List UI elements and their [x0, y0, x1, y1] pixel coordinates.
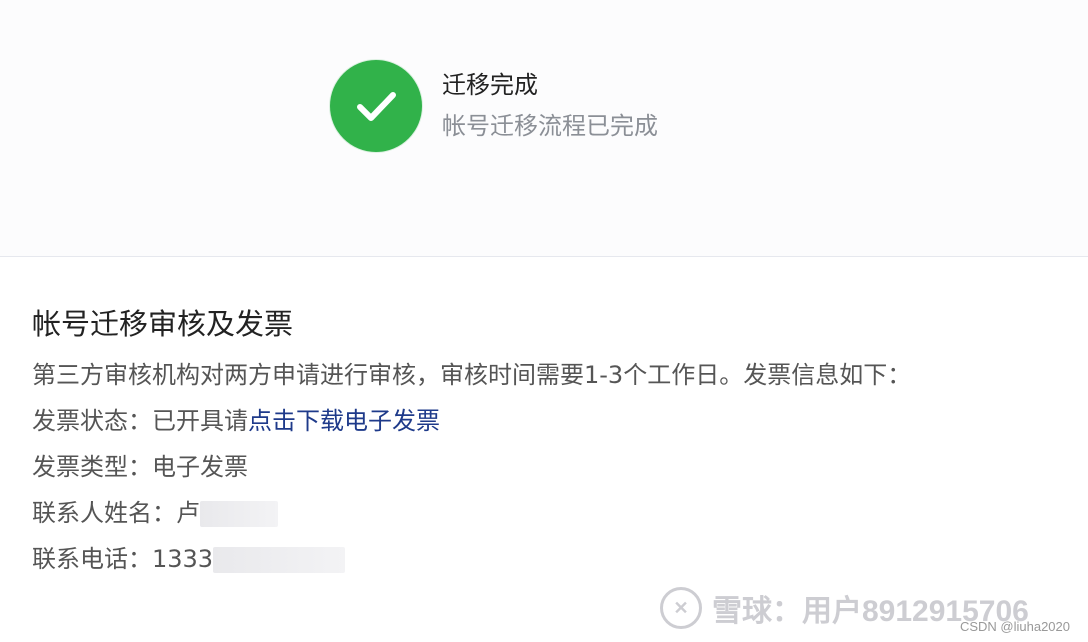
invoice-type-label: 发票类型： — [32, 453, 152, 481]
status-subtitle: 帐号迁移流程已完成 — [442, 112, 658, 140]
status-panel: 迁移完成 帐号迁移流程已完成 — [0, 0, 1088, 257]
contact-name-row: 联系人姓名：卢 — [32, 490, 1062, 536]
invoice-status-value: 已开具请 — [152, 407, 248, 435]
csdn-credit: CSDN @liuha2020 — [959, 619, 1070, 634]
status-text: 迁移完成 帐号迁移流程已完成 — [442, 60, 658, 146]
invoice-status-row: 发票状态：已开具请点击下载电子发票 — [32, 398, 1062, 444]
status-title: 迁移完成 — [442, 71, 538, 99]
contact-phone-label: 联系电话： — [32, 545, 152, 573]
check-mark-icon — [357, 92, 396, 121]
invoice-type-row: 发票类型：电子发票 — [32, 444, 1062, 490]
details-title: 帐号迁移审核及发票 — [32, 307, 294, 341]
download-invoice-link[interactable]: 点击下载电子发票 — [248, 407, 440, 435]
contact-phone-row: 联系电话：1333 — [32, 536, 1062, 582]
redacted-blur — [213, 547, 346, 573]
contact-name-value: 卢 — [176, 499, 200, 527]
contact-phone-value: 1333 — [152, 545, 214, 573]
invoice-status-label: 发票状态： — [32, 407, 152, 435]
contact-name-label: 联系人姓名： — [32, 499, 176, 527]
invoice-details: 帐号迁移审核及发票 第三方审核机构对两方申请进行审核，审核时间需要1-3个工作日… — [32, 300, 1062, 582]
snowball-logo-icon: ✕ — [660, 587, 702, 629]
invoice-type-value: 电子发票 — [152, 453, 248, 481]
status-block: 迁移完成 帐号迁移流程已完成 — [330, 60, 658, 152]
redacted-blur — [200, 501, 278, 527]
details-description: 第三方审核机构对两方申请进行审核，审核时间需要1-3个工作日。发票信息如下： — [32, 361, 912, 389]
check-circle-icon — [330, 60, 422, 152]
